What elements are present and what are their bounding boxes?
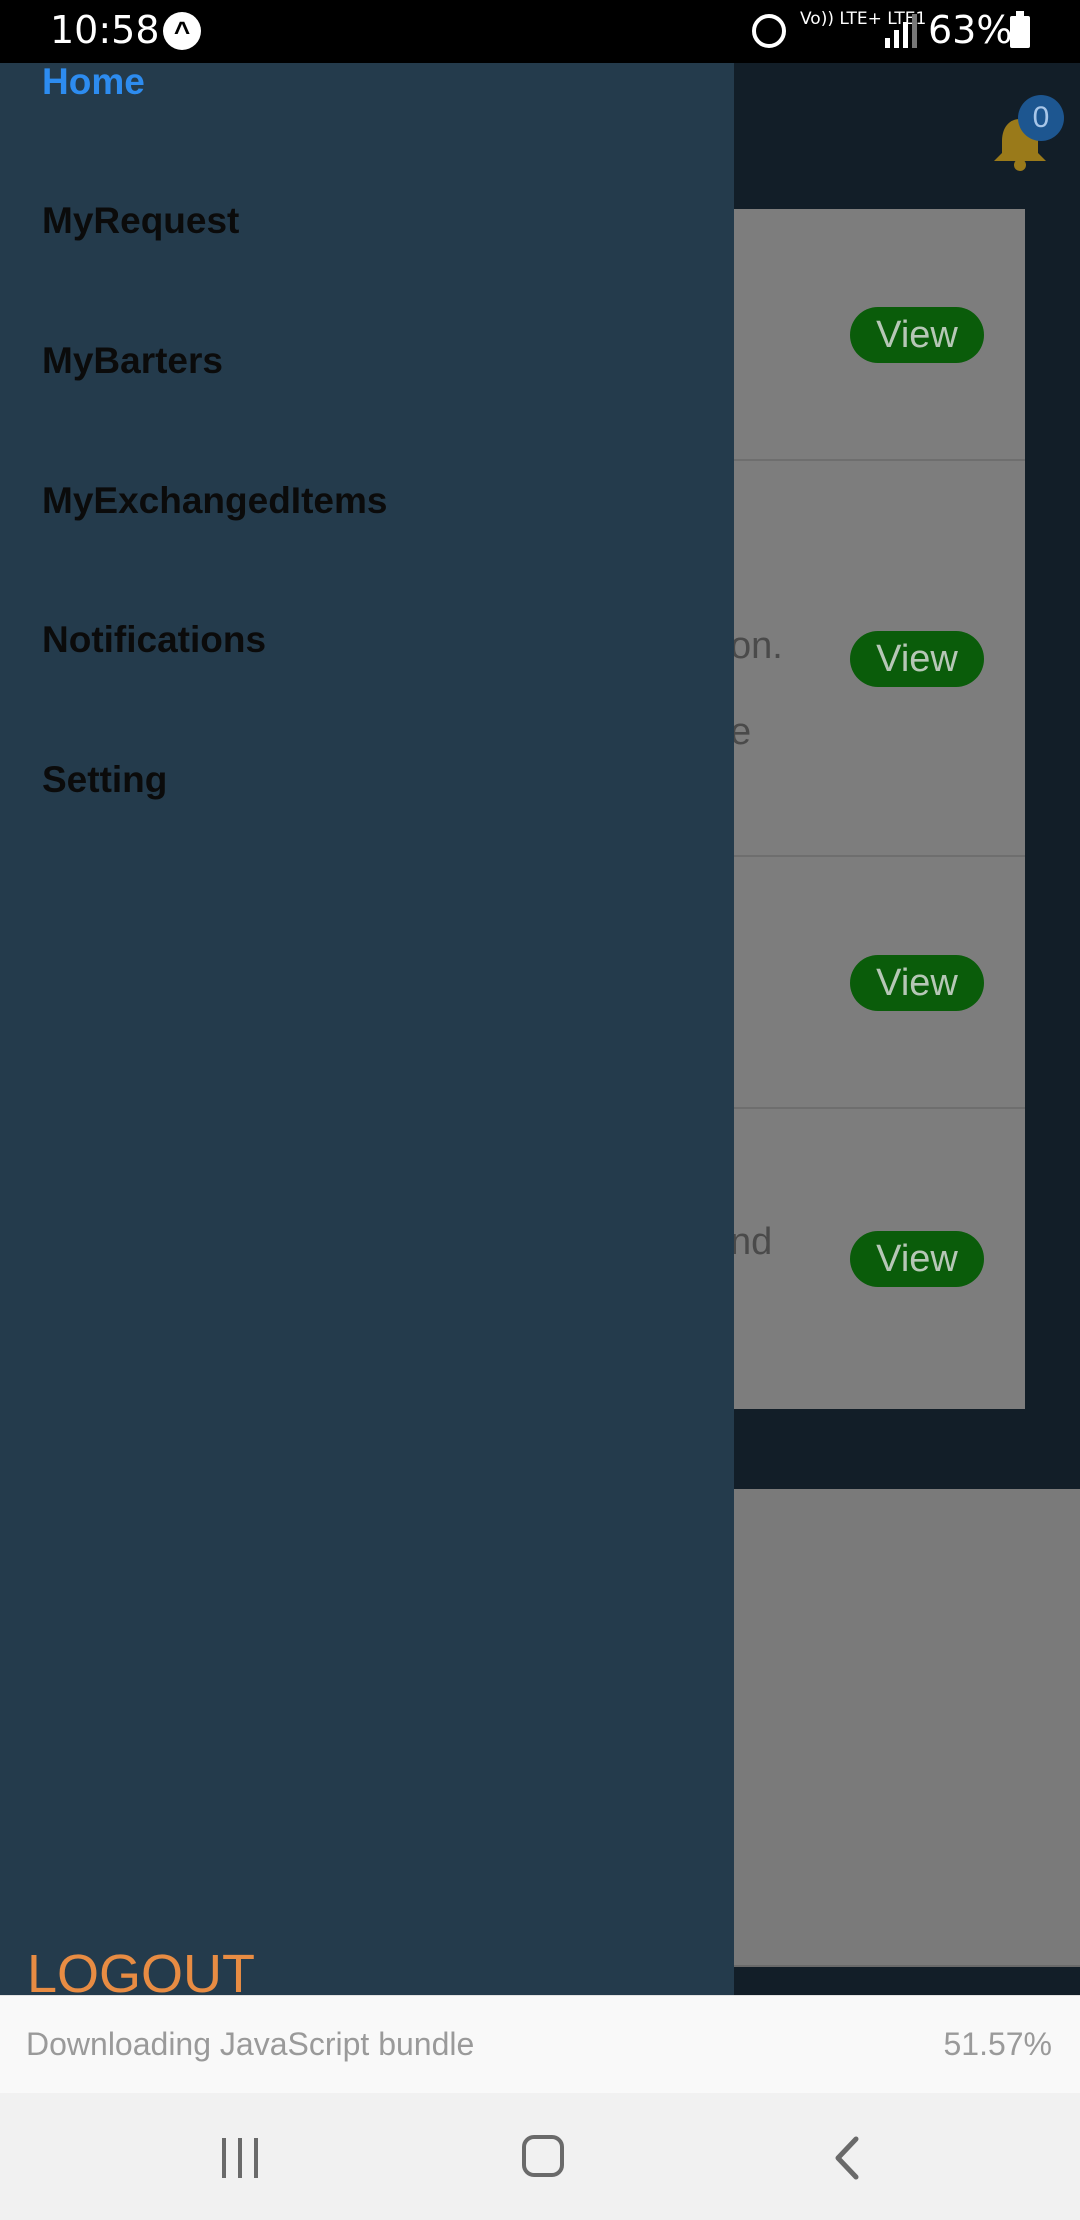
- back-icon[interactable]: [828, 2133, 868, 2183]
- drawer-item-notifications[interactable]: Notifications: [42, 619, 266, 661]
- recents-icon[interactable]: [218, 2138, 262, 2178]
- drawer-item-setting[interactable]: Setting: [42, 759, 167, 801]
- drawer-item-mybarters[interactable]: MyBarters: [42, 340, 223, 382]
- battery-icon: [1010, 11, 1030, 48]
- system-navigation-bar: [0, 2093, 1080, 2220]
- navigation-drawer: Home MyRequest MyBarters MyExchangedItem…: [0, 61, 734, 2004]
- status-time: 10:58: [50, 8, 160, 52]
- view-button[interactable]: View: [850, 307, 984, 363]
- download-percent: 51.57%: [943, 2026, 1052, 2062]
- card-text: nd: [730, 1221, 773, 1263]
- home-icon[interactable]: [522, 2135, 564, 2177]
- download-status-text: Downloading JavaScript bundle: [26, 2026, 475, 2062]
- signal-icon: [885, 14, 917, 48]
- view-button[interactable]: View: [850, 955, 984, 1011]
- card-text: on.: [730, 625, 783, 667]
- status-bar: 10:58 ^ Vo)) LTE+ LTE1 63%: [0, 0, 1080, 63]
- list-scroll-gutter: [1025, 209, 1080, 1409]
- view-button[interactable]: View: [850, 631, 984, 687]
- download-progress-banner: Downloading JavaScript bundle 51.57%: [0, 1995, 1080, 2093]
- alarm-icon: [752, 14, 786, 48]
- battery-percent: 63%: [928, 8, 1013, 52]
- app-notification-icon: ^: [163, 12, 201, 50]
- notification-count-badge: 0: [1018, 95, 1064, 141]
- view-button[interactable]: View: [850, 1231, 984, 1287]
- drawer-item-home[interactable]: Home: [42, 61, 145, 103]
- drawer-item-myexchangeditems[interactable]: MyExchangedItems: [42, 480, 387, 522]
- drawer-item-myrequest[interactable]: MyRequest: [42, 200, 239, 242]
